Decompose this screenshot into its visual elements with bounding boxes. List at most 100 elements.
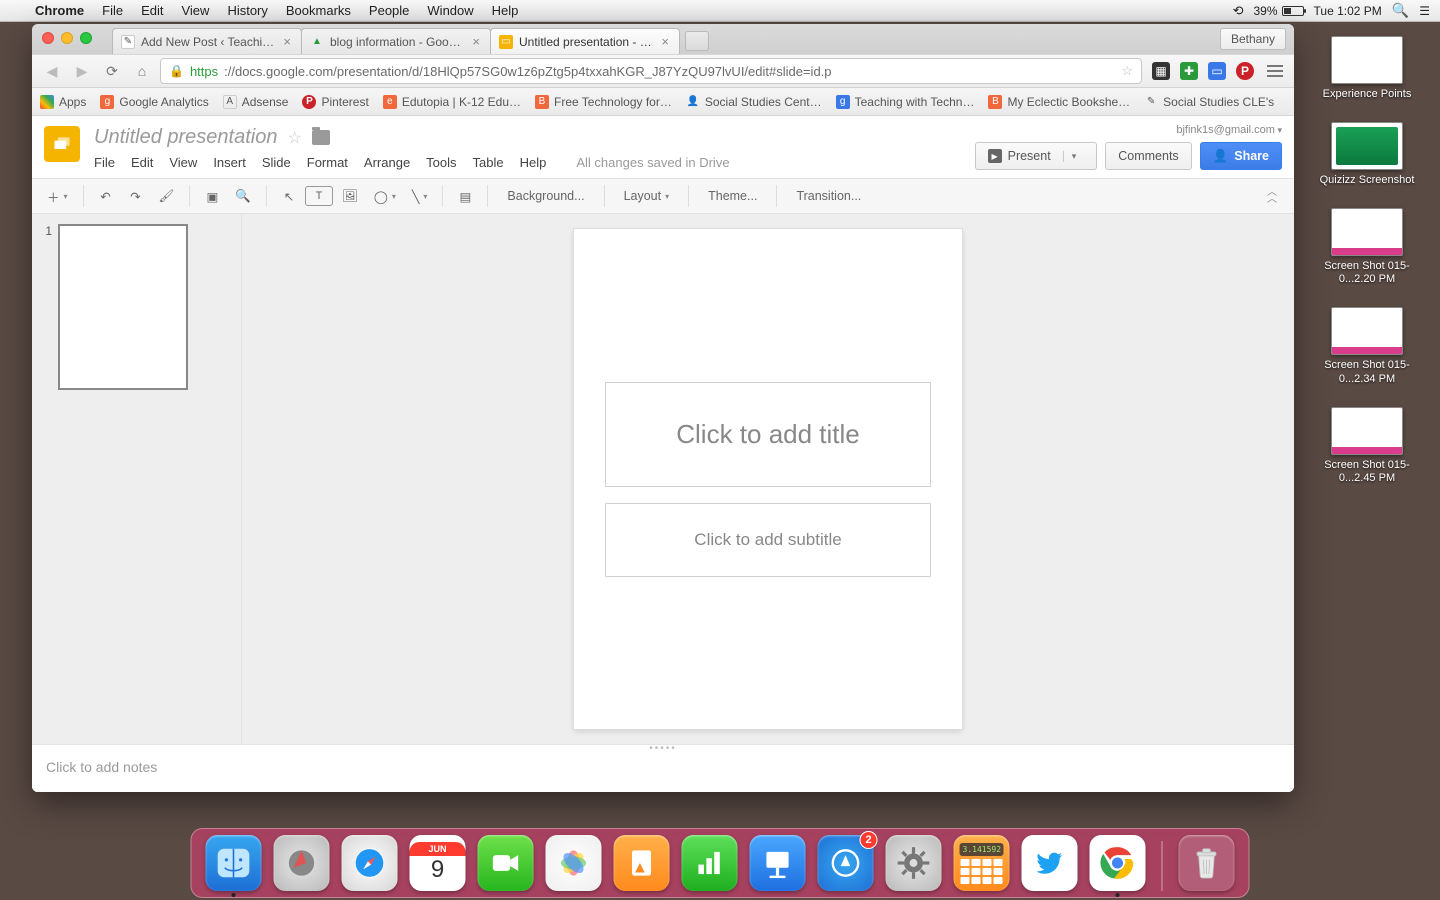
resize-handle[interactable]: •••••: [649, 743, 677, 754]
shape-button[interactable]: ◯▾: [367, 183, 403, 209]
zoom-fit-button[interactable]: ▣: [198, 183, 226, 209]
select-tool-button[interactable]: ↖: [275, 183, 303, 209]
bookmark-item[interactable]: 👤Social Studies Cent…: [686, 95, 822, 109]
bookmark-item[interactable]: BFree Technology for…: [535, 95, 672, 109]
account-email[interactable]: bjfink1s@gmail.com: [975, 124, 1282, 136]
menu-table[interactable]: Table: [473, 155, 504, 170]
dock-twitter-icon[interactable]: [1022, 835, 1078, 891]
menu-arrange[interactable]: Arrange: [364, 155, 410, 170]
pinterest-extension-icon[interactable]: P: [1236, 62, 1254, 80]
dock-safari-icon[interactable]: [342, 835, 398, 891]
bookmark-item[interactable]: ✎Social Studies CLE's: [1144, 95, 1274, 109]
image-button[interactable]: 🖼: [335, 183, 365, 209]
transition-button[interactable]: Transition...: [785, 183, 872, 209]
menu-tools[interactable]: Tools: [426, 155, 456, 170]
paint-format-button[interactable]: 🖌: [152, 183, 182, 209]
omnibox[interactable]: 🔒 https://docs.google.com/presentation/d…: [160, 58, 1142, 84]
mac-menu-bookmarks[interactable]: Bookmarks: [277, 0, 360, 22]
dock-calendar-icon[interactable]: JUN 9: [410, 835, 466, 891]
dock-finder-icon[interactable]: [206, 835, 262, 891]
extension-icon[interactable]: ✚: [1180, 62, 1198, 80]
mac-menu-people[interactable]: People: [360, 0, 418, 22]
browser-tab[interactable]: ▲ blog information - Google D… ×: [301, 28, 491, 54]
mac-menu-history[interactable]: History: [218, 0, 276, 22]
present-button[interactable]: ▶ Present ▾: [975, 142, 1098, 170]
zoom-button[interactable]: 🔍: [228, 183, 258, 209]
dropdown-caret-icon[interactable]: ▾: [1063, 151, 1085, 162]
slides-logo-icon[interactable]: [44, 126, 80, 162]
nav-back-button[interactable]: ◀: [40, 59, 64, 83]
dock-chrome-icon[interactable]: [1090, 835, 1146, 891]
dock-sysprefs-icon[interactable]: [886, 835, 942, 891]
bookmark-item[interactable]: BMy Eclectic Bookshe…: [988, 95, 1130, 109]
bookmark-item[interactable]: gTeaching with Techn…: [836, 95, 975, 109]
mac-menu-help[interactable]: Help: [483, 0, 528, 22]
foreground-app-menu[interactable]: Chrome: [26, 0, 93, 22]
browser-tab[interactable]: ✎ Add New Post ‹ Teaching w… ×: [112, 28, 302, 54]
dock-pages-icon[interactable]: [614, 835, 670, 891]
comment-insert-button[interactable]: ▤: [451, 183, 479, 209]
undo-button[interactable]: ↶: [92, 183, 120, 209]
dock-appstore-icon[interactable]: 2: [818, 835, 874, 891]
nav-reload-button[interactable]: ⟳: [100, 59, 124, 83]
dropdown-caret-icon[interactable]: ▾: [64, 192, 68, 201]
battery-status[interactable]: 39%: [1254, 4, 1304, 18]
nav-forward-button[interactable]: ▶: [70, 59, 94, 83]
dropdown-caret-icon[interactable]: ▾: [423, 192, 427, 201]
spotlight-icon[interactable]: 🔍: [1392, 2, 1409, 19]
tab-close-icon[interactable]: ×: [470, 34, 482, 49]
menu-slide[interactable]: Slide: [262, 155, 291, 170]
menu-edit[interactable]: Edit: [131, 155, 153, 170]
mac-menu-edit[interactable]: Edit: [132, 0, 172, 22]
nav-home-button[interactable]: ⌂: [130, 59, 154, 83]
dock-numbers-icon[interactable]: [682, 835, 738, 891]
bookmark-item[interactable]: gGoogle Analytics: [100, 95, 208, 109]
new-tab-button[interactable]: [685, 31, 709, 51]
dock-launchpad-icon[interactable]: [274, 835, 330, 891]
menu-format[interactable]: Format: [307, 155, 348, 170]
title-placeholder[interactable]: Click to add title: [605, 382, 931, 487]
dock-trash-icon[interactable]: [1179, 835, 1235, 891]
mac-menu-view[interactable]: View: [172, 0, 218, 22]
comments-button[interactable]: Comments: [1105, 142, 1191, 170]
dock-photos-icon[interactable]: [546, 835, 602, 891]
menu-view[interactable]: View: [169, 155, 197, 170]
extension-icon[interactable]: ▦: [1152, 62, 1170, 80]
menu-file[interactable]: File: [94, 155, 115, 170]
subtitle-placeholder[interactable]: Click to add subtitle: [605, 503, 931, 577]
bookmark-star-icon[interactable]: ☆: [1121, 63, 1133, 79]
collapse-toolbar-button[interactable]: ︿︿: [1258, 184, 1286, 208]
doc-title[interactable]: Untitled presentation: [94, 126, 277, 149]
dock-facetime-icon[interactable]: [478, 835, 534, 891]
notification-center-icon[interactable]: ☰: [1419, 4, 1430, 18]
bookmark-item[interactable]: PPinterest: [302, 95, 368, 109]
slide[interactable]: Click to add title Click to add subtitle: [574, 229, 962, 729]
extension-icon[interactable]: ▭: [1208, 62, 1226, 80]
redo-button[interactable]: ↷: [122, 183, 150, 209]
slide-canvas[interactable]: Click to add title Click to add subtitle: [242, 214, 1294, 744]
bookmark-item[interactable]: eEdutopia | K-12 Edu…: [383, 95, 521, 109]
mac-menu-file[interactable]: File: [93, 0, 132, 22]
tab-close-icon[interactable]: ×: [659, 34, 671, 49]
move-folder-icon[interactable]: [312, 130, 330, 145]
desktop-file[interactable]: Screen Shot 015-0...2.20 PM: [1312, 208, 1422, 288]
menu-help[interactable]: Help: [520, 155, 547, 170]
layout-button[interactable]: Layout ▾: [613, 183, 681, 209]
chrome-profile-button[interactable]: Bethany: [1220, 28, 1286, 50]
dock-keynote-icon[interactable]: [750, 835, 806, 891]
bookmark-apps[interactable]: Apps: [40, 95, 86, 109]
line-button[interactable]: ╲▾: [405, 183, 435, 209]
new-slide-button[interactable]: ＋▾: [40, 183, 75, 209]
background-button[interactable]: Background...: [496, 183, 595, 209]
menubar-clock[interactable]: Tue 1:02 PM: [1314, 4, 1382, 18]
browser-tab-active[interactable]: ▭ Untitled presentation - Goo… ×: [490, 28, 680, 54]
slide-thumbnail[interactable]: [58, 224, 188, 390]
dropdown-caret-icon[interactable]: ▾: [392, 192, 396, 201]
share-button[interactable]: 👤 Share: [1200, 142, 1282, 170]
chrome-menu-button[interactable]: [1264, 65, 1286, 77]
desktop-file[interactable]: Quizizz Screenshot: [1320, 122, 1415, 188]
dock-calculator-icon[interactable]: 3.141592: [954, 835, 1010, 891]
desktop-file[interactable]: Screen Shot 015-0...2.34 PM: [1312, 307, 1422, 387]
menu-insert[interactable]: Insert: [213, 155, 246, 170]
dropbox-icon[interactable]: ⟲: [1233, 3, 1244, 19]
